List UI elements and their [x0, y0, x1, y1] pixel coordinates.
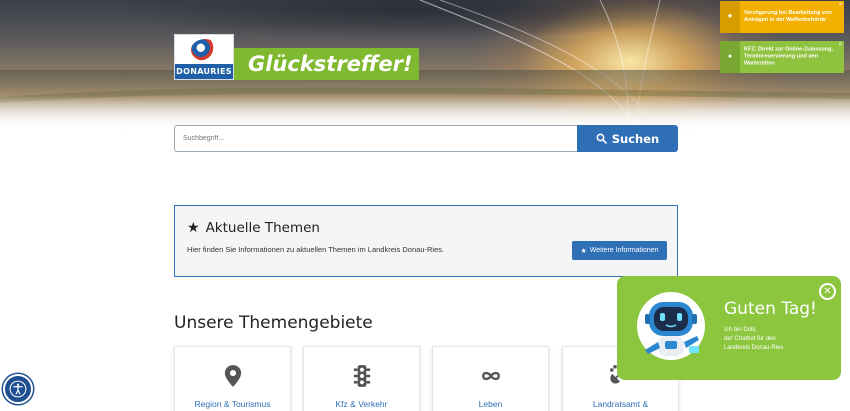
accessibility-button[interactable]: [3, 374, 33, 404]
dot-icon: ●: [720, 41, 740, 73]
theme-card-kfz-verkehr[interactable]: Kfz & Verkehr: [303, 346, 420, 411]
chatbot-intro: Ich bin Dolli, der Chatbot für den Landk…: [724, 326, 824, 353]
news-title-text: Aktuelle Themen: [205, 220, 320, 236]
close-icon[interactable]: ×: [838, 2, 842, 9]
chatbot-intro-line: Ich bin Dolli,: [724, 327, 757, 333]
notification-text: KFZ: Direkt zur Online-Zulassung, Termin…: [744, 46, 833, 67]
notification-kfz[interactable]: ● KFZ: Direkt zur Online-Zulassung, Term…: [720, 41, 844, 73]
star-icon: ★: [720, 1, 740, 33]
brand-tagline: Glückstreffer!: [234, 48, 419, 80]
theme-card-label: Landratsamt &: [592, 399, 649, 409]
more-info-button[interactable]: ★ Weitere Informationen: [572, 241, 667, 260]
map-pin-icon: [224, 365, 241, 387]
theme-card-leben[interactable]: Leben: [432, 346, 549, 411]
star-icon: ★: [580, 247, 587, 255]
donauries-logo[interactable]: DONAURIES: [174, 34, 234, 80]
theme-card-label: Kfz & Verkehr: [335, 399, 388, 409]
news-title: ★ Aktuelle Themen: [187, 220, 320, 236]
search-icon: [596, 133, 607, 144]
chatbot-intro-line: der Chatbot für den: [724, 336, 776, 342]
theme-card-label: Region & Tourismus: [194, 399, 271, 409]
chatbot-widget[interactable]: ✕ Guten Tag! Ich bin Dolli, der Chatbot …: [617, 276, 841, 380]
notification-text: Verzögerung bei Bearbeitung von Anträgen…: [744, 10, 832, 23]
logo-text: DONAURIES: [175, 64, 233, 79]
traffic-light-icon: [353, 365, 370, 387]
news-panel: ★ Aktuelle Themen Hier finden Sie Inform…: [174, 205, 678, 277]
chatbot-intro-line: Landkreis Donau-Ries: [724, 345, 784, 351]
theme-card-region-tourismus[interactable]: Region & Tourismus: [174, 346, 291, 411]
search-button[interactable]: Suchen: [577, 125, 678, 152]
star-icon: ★: [187, 220, 200, 236]
themes-section-title: Unsere Themengebiete: [174, 313, 373, 333]
chatbot-greeting: Guten Tag!: [724, 299, 817, 319]
infinity-icon: [481, 371, 500, 381]
more-info-label: Weitere Informationen: [589, 247, 659, 254]
news-description: Hier finden Sie Informationen zu aktuell…: [187, 245, 445, 254]
chatbot-close-button[interactable]: ✕: [819, 283, 836, 300]
search-button-label: Suchen: [611, 131, 660, 146]
logo-swirl-icon: [191, 39, 219, 61]
theme-card-label: Leben: [478, 399, 503, 409]
chatbot-robot-avatar: [637, 292, 705, 360]
accessibility-icon: [9, 380, 27, 398]
close-icon[interactable]: ×: [838, 42, 842, 49]
notification-waffenbehoerde[interactable]: ★ Verzögerung bei Bearbeitung von Anträg…: [720, 1, 844, 33]
search-input[interactable]: [174, 125, 578, 152]
